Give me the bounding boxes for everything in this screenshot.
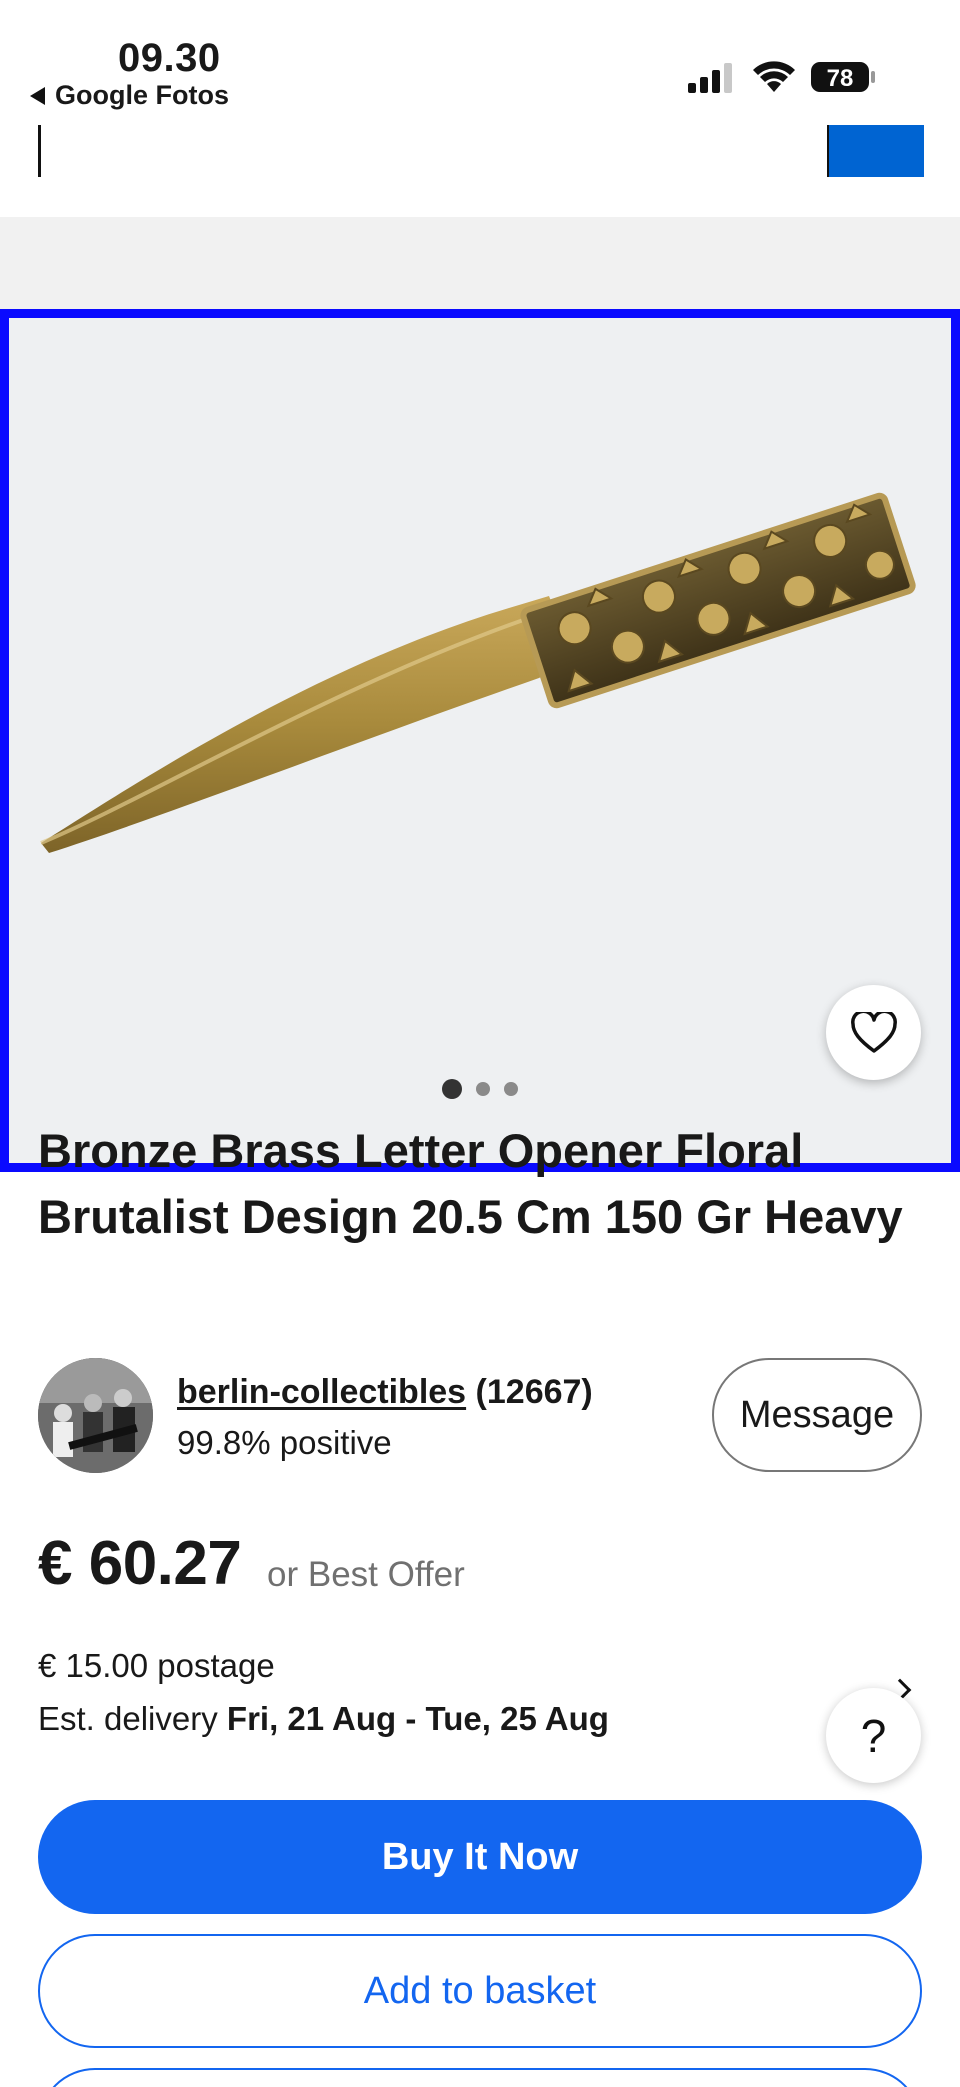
item-price: € 60.27 — [38, 1529, 242, 1598]
estimated-delivery: Est. delivery Fri, 21 Aug - Tue, 25 Aug — [38, 1700, 609, 1738]
image-pagination — [0, 1078, 960, 1100]
status-time: 09.30 — [118, 36, 221, 80]
watchlist-cta-button[interactable] — [38, 2068, 922, 2087]
battery-level: 78 — [827, 65, 854, 92]
wifi-icon — [753, 61, 795, 92]
listing-title: Bronze Brass Letter Opener Floral Brutal… — [38, 1124, 903, 1243]
status-bar: 09.30 Google Fotos 78 — [0, 0, 960, 125]
search-bar — [0, 125, 960, 217]
seller-feedback-count: (12667) — [475, 1373, 593, 1411]
battery-icon: 78 — [811, 62, 875, 92]
pagination-dot[interactable] — [476, 1082, 490, 1096]
watchlist-button[interactable] — [826, 985, 921, 1080]
back-to-app-link[interactable]: Google Fotos — [30, 80, 229, 111]
pagination-dot[interactable] — [504, 1082, 518, 1096]
cellular-signal-icon — [688, 63, 732, 93]
seller-info: berlin-collectibles (12667) — [177, 1373, 593, 1412]
letter-opener-illustration — [9, 318, 951, 1163]
buy-it-now-button[interactable]: Buy It Now — [38, 1800, 922, 1914]
delivery-dates: Fri, 21 Aug - Tue, 25 Aug — [226, 1700, 609, 1737]
product-image[interactable] — [0, 309, 960, 1172]
postage-cost: € 15.00 postage — [38, 1647, 275, 1684]
message-seller-button[interactable]: Message — [712, 1358, 922, 1472]
seller-feedback-score: 99.8% positive — [177, 1424, 392, 1461]
image-gallery — [0, 217, 960, 1172]
delivery-label: Est. delivery — [38, 1700, 218, 1737]
pagination-dot-active[interactable] — [442, 1079, 462, 1099]
back-app-label: Google Fotos — [55, 80, 229, 110]
seller-name-link[interactable]: berlin-collectibles — [177, 1373, 466, 1411]
back-arrow-icon — [30, 86, 45, 105]
heart-icon — [850, 1011, 897, 1053]
help-button[interactable]: ? — [826, 1688, 921, 1783]
seller-avatar[interactable] — [38, 1358, 153, 1473]
add-to-basket-button[interactable]: Add to basket — [38, 1934, 922, 2048]
best-offer-label: or Best Offer — [267, 1555, 465, 1594]
avatar-photo — [38, 1358, 153, 1473]
